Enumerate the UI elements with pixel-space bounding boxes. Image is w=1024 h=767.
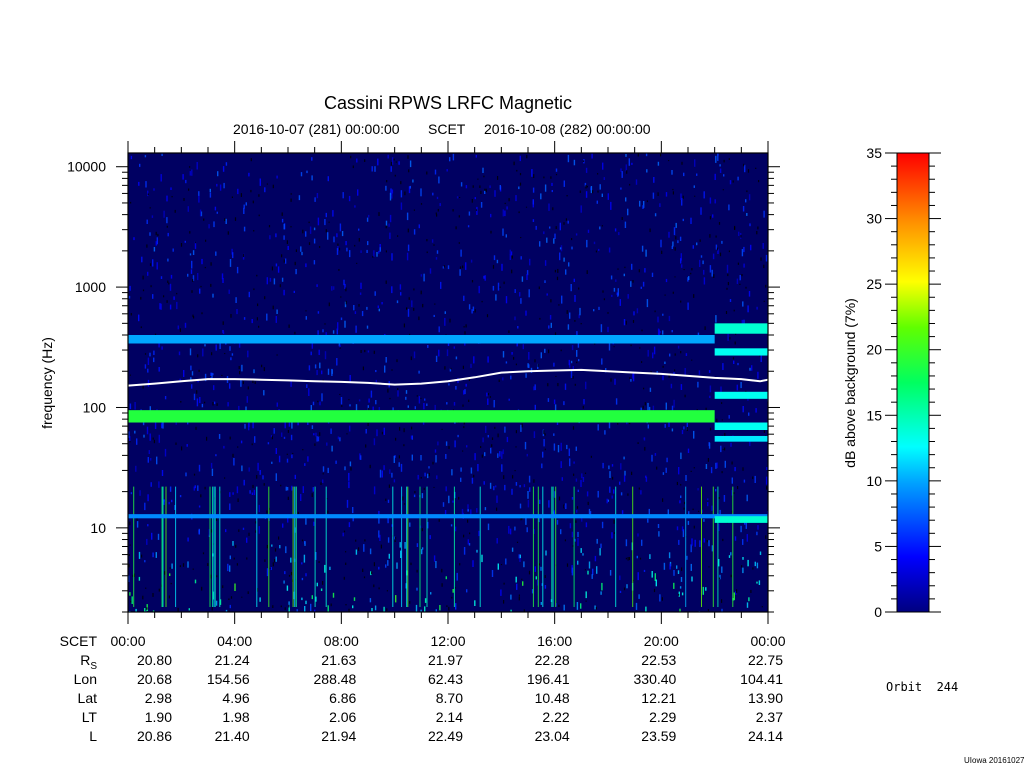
ephemeris-value: 23.04	[534, 728, 570, 744]
ephemeris-value: 22.49	[427, 728, 463, 744]
emission-band-1	[128, 335, 715, 344]
ephemeris-value: 21.97	[427, 652, 463, 668]
y-tick-label: 10000	[67, 159, 106, 175]
ephemeris-value: 288.48	[313, 671, 357, 687]
emission-band-6	[714, 435, 768, 442]
y-tick-label: 1000	[75, 279, 106, 295]
ephemeris-value: 20.86	[136, 728, 172, 744]
ephemeris-value: 04:00	[217, 633, 253, 649]
ephemeris-value: 00:00	[110, 633, 146, 649]
ephemeris-value: 21.24	[214, 652, 250, 668]
colorbar-tick-label: 30	[866, 211, 882, 227]
ephemeris-value: 2.14	[435, 709, 463, 725]
colorbar-tick-label: 0	[874, 604, 882, 620]
emission-band-2	[714, 323, 768, 334]
ephemeris-value: 16:00	[537, 633, 573, 649]
ephemeris-value: 4.96	[222, 690, 250, 706]
ephemeris-value: 2.98	[144, 690, 172, 706]
y-tick-label: 100	[83, 399, 107, 415]
ephemeris-value: 2.29	[649, 709, 677, 725]
ephemeris-value: 24.14	[747, 728, 783, 744]
subtitle-end-time: 2016-10-08 (282) 00:00:00	[484, 121, 651, 137]
emission-band-4	[714, 391, 768, 399]
ephemeris-value: 10.48	[534, 690, 570, 706]
ephemeris-value: 20:00	[643, 633, 679, 649]
colorbar-tick-label: 15	[866, 407, 882, 423]
ephemeris-value: 00:00	[750, 633, 786, 649]
ephemeris-value: 08:00	[323, 633, 359, 649]
y-tick-label: 10	[90, 520, 106, 536]
ephemeris-value: 330.40	[633, 671, 677, 687]
footer-credit: UIowa 20161027	[964, 756, 1024, 765]
emission-band-8	[714, 516, 768, 523]
emission-band-7	[128, 514, 768, 519]
colorbar-tick-label: 10	[866, 473, 882, 489]
spectrogram-plot-area	[127, 152, 769, 613]
ephemeris-row-label: LT	[81, 709, 97, 725]
ephemeris-value: 6.86	[329, 690, 357, 706]
ephemeris-value: 23.59	[641, 728, 677, 744]
ephemeris-value: 12.21	[641, 690, 677, 706]
ephemeris-value: 13.90	[747, 690, 783, 706]
emission-band-3	[714, 348, 768, 356]
orbit-label: Orbit 244	[886, 680, 959, 694]
colorbar-tick-label: 35	[866, 145, 882, 161]
ephemeris-value: 1.90	[144, 709, 172, 725]
ephemeris-value: 196.41	[526, 671, 570, 687]
subtitle-scet: SCET	[428, 121, 466, 137]
ephemeris-value: 62.43	[427, 671, 463, 687]
ephemeris-value: 2.06	[329, 709, 357, 725]
spectrogram-background	[128, 153, 768, 612]
ephemeris-value: 8.70	[435, 690, 463, 706]
ephemeris-value: 154.56	[206, 671, 250, 687]
ephemeris-value: 104.41	[740, 671, 783, 687]
ephemeris-value: 21.63	[321, 652, 357, 668]
ephemeris-value: 20.80	[136, 652, 172, 668]
subtitle-start-time: 2016-10-07 (281) 00:00:00	[233, 121, 400, 137]
ephemeris-value: 21.94	[321, 728, 357, 744]
ephemeris-value: 22.75	[747, 652, 783, 668]
ephemeris-value: 20.68	[136, 671, 172, 687]
colorbar-tick-label: 20	[866, 342, 882, 358]
colorbar-tick-label: 5	[874, 538, 882, 554]
colorbar-tick-label: 25	[866, 276, 882, 292]
ephemeris-value: 21.40	[214, 728, 250, 744]
emission-band-5	[714, 422, 768, 430]
ephemeris-row-label: L	[89, 728, 97, 744]
ephemeris-value: 2.22	[542, 709, 570, 725]
y-axis-label: frequency (Hz)	[39, 337, 55, 429]
ephemeris-row-label: Lat	[77, 690, 97, 706]
ephemeris-value: 2.37	[755, 709, 783, 725]
ephemeris-row-label: SCET	[59, 633, 97, 649]
ephemeris-value: 12:00	[430, 633, 466, 649]
ephemeris-value: 22.28	[534, 652, 570, 668]
emission-band-0	[128, 410, 715, 423]
ephemeris-value: 1.98	[222, 709, 250, 725]
colorbar: 0 5 10 15 20 25 30 35 dB above background (7%)	[842, 145, 941, 620]
ephemeris-row-label: Lon	[73, 671, 97, 687]
ephemeris-value: 22.53	[641, 652, 677, 668]
colorbar-label: dB above background (7%)	[842, 298, 858, 468]
colorbar-gradient	[896, 152, 930, 613]
ephemeris-row-label: RS	[80, 652, 97, 672]
chart-title: Cassini RPWS LRFC Magnetic	[324, 93, 572, 113]
